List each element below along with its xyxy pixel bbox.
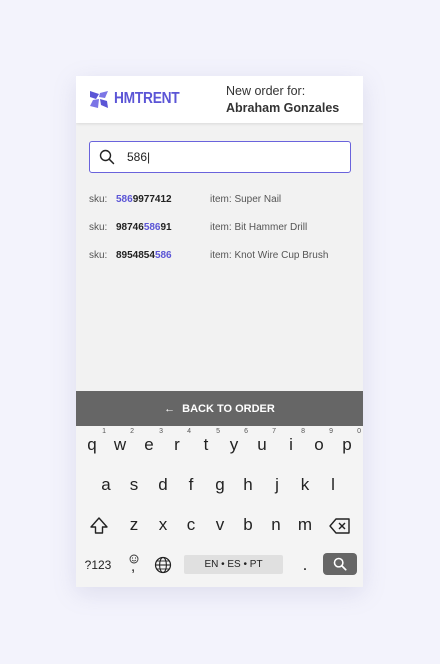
key-t[interactable]: t5 xyxy=(194,428,220,457)
search-icon xyxy=(333,557,347,571)
key-g[interactable]: g xyxy=(208,473,232,497)
key-f[interactable]: f xyxy=(179,473,203,497)
sku-value: 5869977412 xyxy=(116,194,172,205)
backspace-key[interactable] xyxy=(328,514,352,538)
key-d[interactable]: d xyxy=(151,473,175,497)
result-row[interactable]: sku: 9874658691 item: Bit Hammer Drill xyxy=(89,222,359,250)
globe-icon xyxy=(154,556,172,574)
key-a[interactable]: a xyxy=(94,473,118,497)
item-name: item: Knot Wire Cup Brush xyxy=(210,250,329,261)
period-key[interactable]: . xyxy=(293,553,317,577)
key-h[interactable]: h xyxy=(236,473,260,497)
key-i[interactable]: i8 xyxy=(279,428,305,457)
search-submit-key[interactable] xyxy=(323,553,357,575)
emoji-comma-key[interactable]: , xyxy=(122,550,146,582)
sku-label: sku: xyxy=(89,222,108,233)
space-bar[interactable]: EN • ES • PT xyxy=(184,555,283,574)
key-y[interactable]: y6 xyxy=(222,428,248,457)
key-z[interactable]: z xyxy=(122,513,146,537)
shift-key[interactable] xyxy=(87,514,111,538)
brand-logo: HMTRENT xyxy=(90,90,190,108)
search-results-list: sku: 5869977412 item: Super Nail sku: 98… xyxy=(89,194,359,278)
sku-label: sku: xyxy=(89,194,108,205)
sku-match-highlight: 586 xyxy=(154,250,172,261)
sku-value: 8954854586 xyxy=(116,250,172,261)
result-row[interactable]: sku: 5869977412 item: Super Nail xyxy=(89,194,359,222)
key-l[interactable]: l xyxy=(321,473,345,497)
comma-label: , xyxy=(131,558,136,575)
key-o[interactable]: o9 xyxy=(307,428,333,457)
sku-match-highlight: 586 xyxy=(143,222,161,233)
sku-label: sku: xyxy=(89,250,108,261)
key-m[interactable]: m xyxy=(293,513,317,537)
search-icon xyxy=(99,149,115,165)
backspace-icon xyxy=(329,518,350,534)
key-v[interactable]: v xyxy=(208,513,232,537)
key-e[interactable]: e3 xyxy=(137,428,163,457)
key-w[interactable]: w2 xyxy=(108,428,134,457)
shift-icon xyxy=(90,517,108,534)
key-p[interactable]: p0 xyxy=(335,428,361,457)
phone-screen: HMTRENT New order for: Abraham Gonzales … xyxy=(76,76,363,587)
result-row[interactable]: sku: 8954854586 item: Knot Wire Cup Brus… xyxy=(89,250,359,278)
key-c[interactable]: c xyxy=(179,513,203,537)
symbols-key[interactable]: ?123 xyxy=(81,553,115,577)
arrow-left-icon: ← xyxy=(164,402,176,415)
language-key[interactable] xyxy=(151,553,175,577)
on-screen-keyboard: q1 w2 e3 r4 t5 y6 u7 i8 o9 p0 a s d f g … xyxy=(76,426,363,587)
back-to-order-label: BACK TO ORDER xyxy=(182,402,275,415)
brand-name: HMTRENT xyxy=(114,90,180,107)
key-n[interactable]: n xyxy=(264,513,288,537)
key-x[interactable]: x xyxy=(151,513,175,537)
key-b[interactable]: b xyxy=(236,513,260,537)
item-name: item: Super Nail xyxy=(210,194,282,205)
key-r[interactable]: r4 xyxy=(165,428,191,457)
key-q[interactable]: q1 xyxy=(80,428,106,457)
brand-logo-icon xyxy=(90,90,108,108)
order-label: New order for: xyxy=(226,84,306,98)
key-s[interactable]: s xyxy=(122,473,146,497)
search-value: 586| xyxy=(127,150,151,164)
item-name: item: Bit Hammer Drill xyxy=(210,222,308,233)
customer-name: Abraham Gonzales xyxy=(226,101,340,115)
sku-search-input[interactable]: 586| xyxy=(89,141,351,173)
app-header: HMTRENT New order for: Abraham Gonzales xyxy=(76,76,363,123)
back-to-order-button[interactable]: ← BACK TO ORDER xyxy=(76,391,363,426)
sku-value: 9874658691 xyxy=(116,222,172,233)
sku-match-highlight: 586 xyxy=(116,194,133,205)
key-k[interactable]: k xyxy=(293,473,317,497)
key-u[interactable]: u7 xyxy=(250,428,276,457)
key-j[interactable]: j xyxy=(265,473,289,497)
